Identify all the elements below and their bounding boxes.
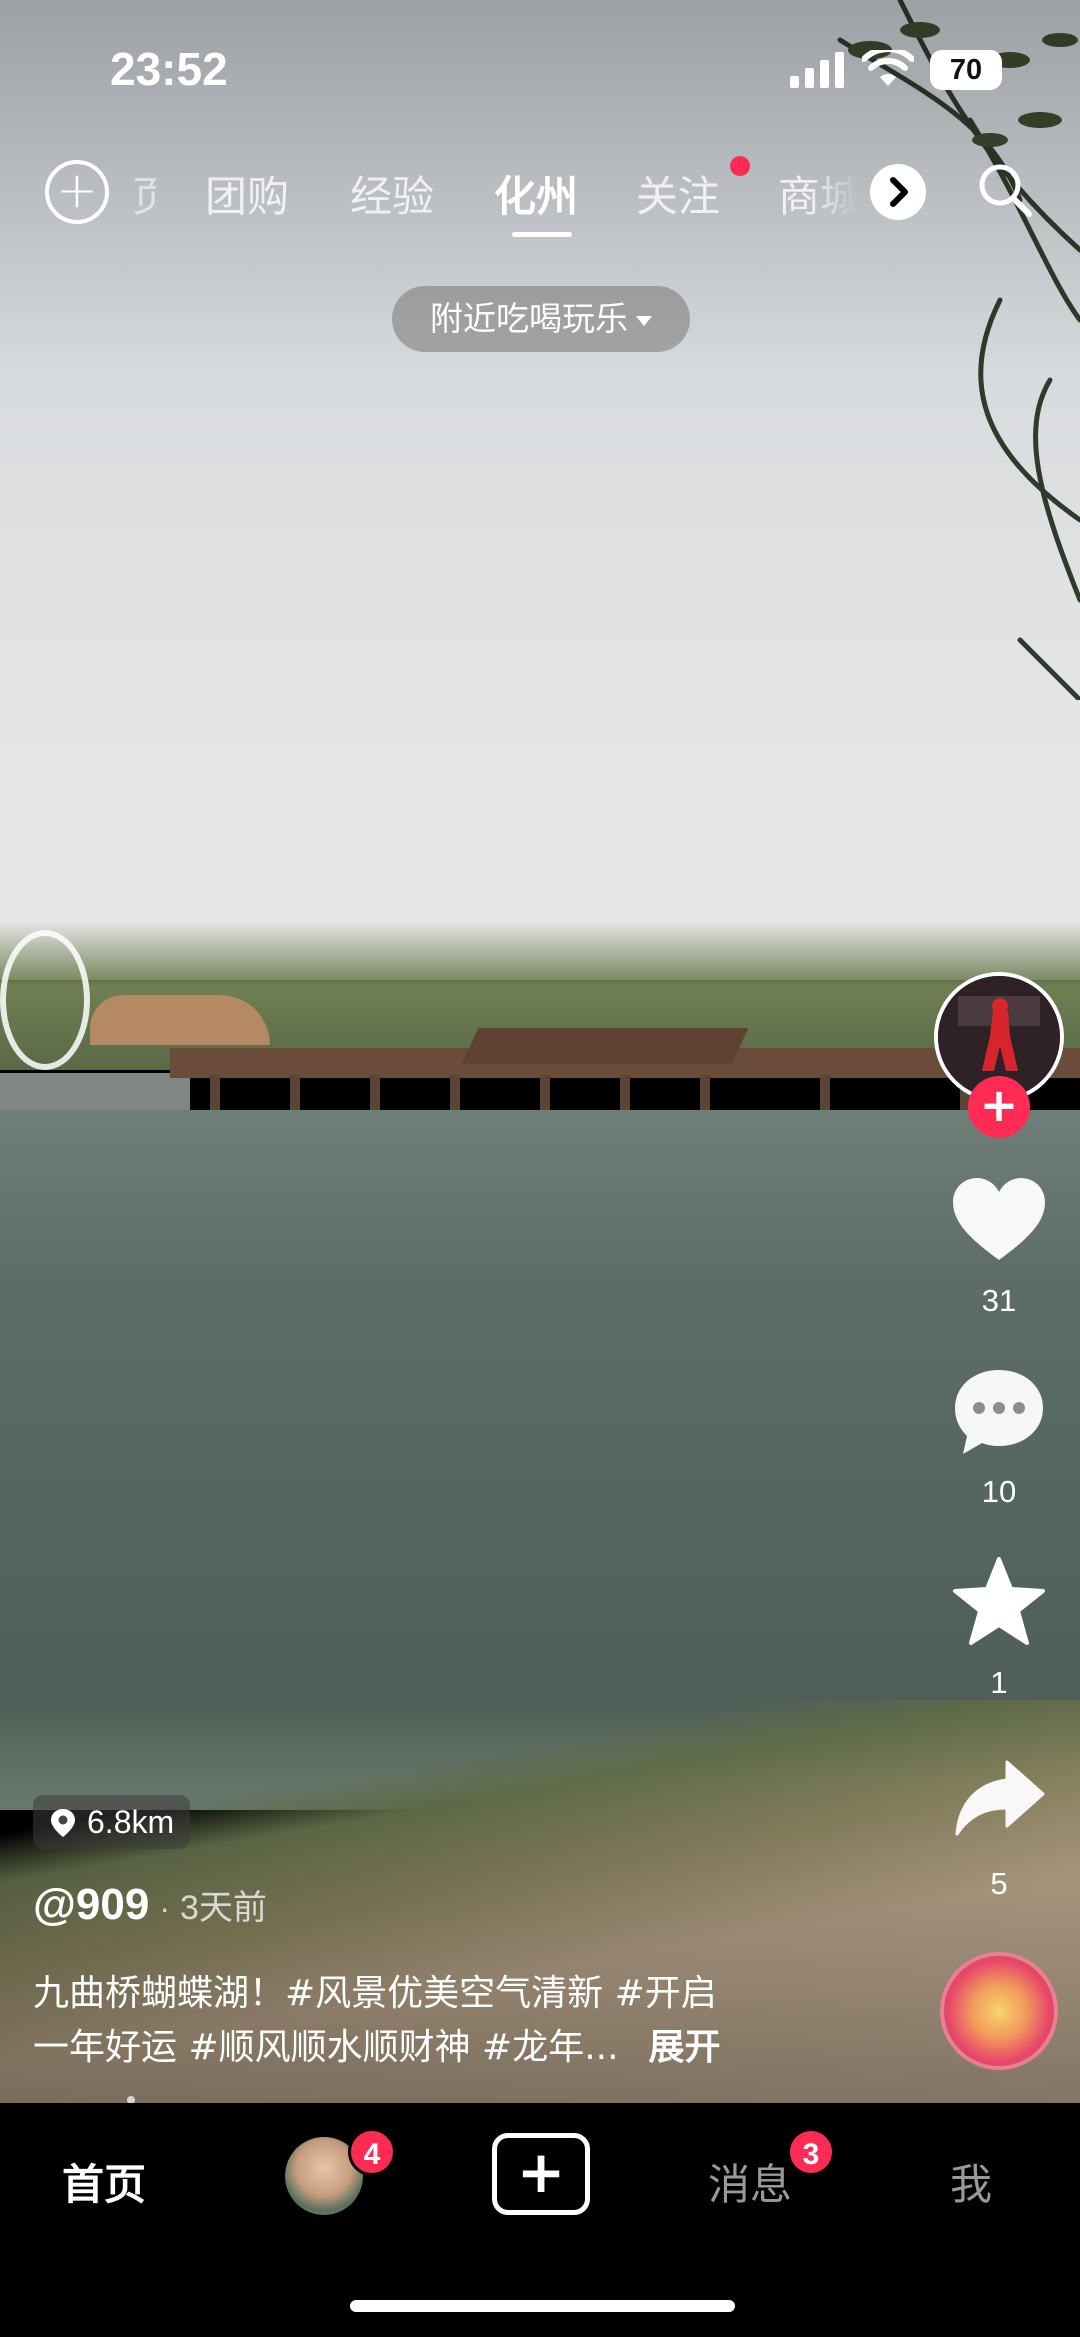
star-icon[interactable] [949,1553,1049,1653]
add-icon[interactable]: + [45,160,109,224]
separator-dot: · [159,1890,170,1926]
chevron-right-icon[interactable] [870,164,926,220]
author-line: @909 · 3天前 [33,1880,267,1930]
notification-dot [730,156,750,176]
follow-button[interactable]: + [968,1076,1030,1138]
sculpture [0,930,90,1070]
battery-icon: 70 [930,50,1002,90]
messages-badge: 3 [787,2128,835,2176]
nearby-filter-dropdown[interactable]: 附近吃喝玩乐 [392,286,690,352]
create-button[interactable]: + [492,2133,590,2215]
distance-label: 6.8km [87,1804,175,1840]
tab-mall[interactable]: 商城 [778,163,858,224]
caret-down-icon [636,315,652,326]
location-chip[interactable]: 6.8km [33,1795,191,1849]
search-icon[interactable] [975,160,1035,220]
signal-icon [790,52,844,88]
wifi-icon [862,50,914,86]
caption-text: 一年好运 #顺风顺水顺财神 #龙年... [33,2027,619,2068]
location-pin-icon [51,1809,75,1837]
status-time: 23:52 [110,43,228,95]
caption-line-1[interactable]: 九曲桥蝴蝶湖！#风景优美空气清新 #开启 [33,1964,717,2016]
tab-home[interactable]: 首页 [62,2151,146,2212]
author-handle[interactable]: @909 [33,1880,149,1929]
tab-messages[interactable]: 消息 [708,2151,792,2212]
bridge-ramp [461,1028,749,1064]
share-count: 5 [990,1866,1008,1901]
sand-mound [90,995,270,1045]
favorite-count: 1 [990,1665,1008,1700]
comment-count: 10 [981,1474,1017,1509]
nearby-filter-label: 附近吃喝玩乐 [430,299,628,338]
like-count: 31 [981,1283,1017,1318]
music-disc[interactable] [940,1952,1058,2070]
post-time: 3天前 [179,1889,267,1927]
active-tab-indicator [512,232,572,237]
tab-me[interactable]: 我 [950,2151,992,2212]
expand-button[interactable]: 展开 [649,2027,721,2068]
nav-tab-partial[interactable]: 页 [132,163,156,224]
comment-icon[interactable] [949,1362,1049,1462]
plus-icon: + [516,2138,566,2206]
tab-huazhou[interactable]: 化州 [494,163,578,224]
heart-icon[interactable] [949,1172,1049,1272]
share-icon[interactable] [949,1748,1049,1848]
friends-badge: 4 [348,2128,396,2176]
home-indicator[interactable] [350,2300,735,2312]
tab-experience[interactable]: 经验 [350,163,434,224]
caption-line-2[interactable]: 一年好运 #顺风顺水顺财神 #龙年... 展开 [33,2018,721,2070]
tab-following[interactable]: 关注 [636,163,720,224]
tab-group-buy[interactable]: 团购 [205,163,289,224]
